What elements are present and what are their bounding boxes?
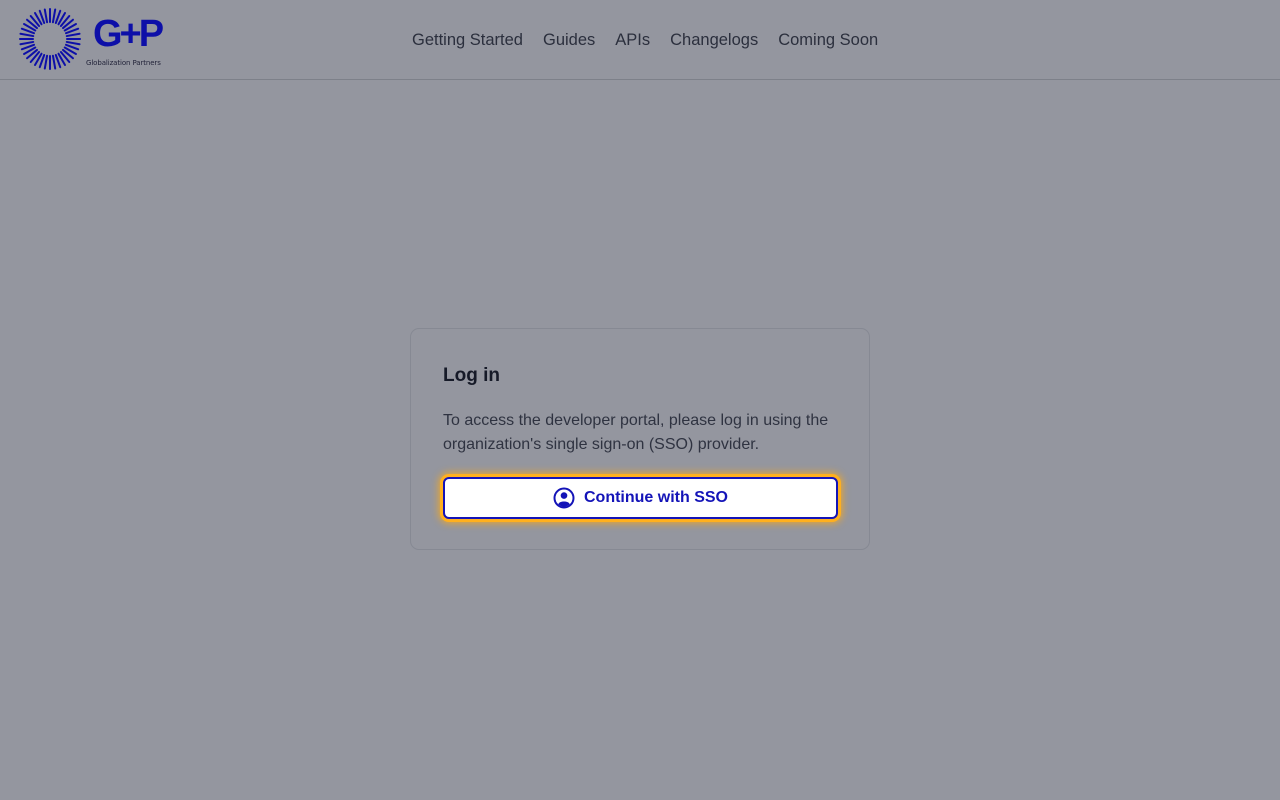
nav-changelogs[interactable]: Changelogs <box>660 28 768 52</box>
logo-letters: G+P <box>93 13 164 55</box>
login-title: Log in <box>443 365 500 386</box>
login-card: Log in To access the developer portal, p… <box>410 328 870 550</box>
main-nav: Getting Started Guides APIs Changelogs C… <box>402 28 888 52</box>
sunburst-logo-icon <box>19 8 81 70</box>
continue-with-sso-button[interactable]: Continue with SSO <box>443 477 838 519</box>
nav-getting-started[interactable]: Getting Started <box>402 28 533 52</box>
user-circle-icon <box>553 487 575 509</box>
gp-logo[interactable]: G+P Globalization Partners <box>19 8 169 72</box>
sso-button-label: Continue with SSO <box>584 489 728 506</box>
nav-apis[interactable]: APIs <box>605 28 660 52</box>
logo-subtitle: Globalization Partners <box>86 59 161 67</box>
nav-guides[interactable]: Guides <box>533 28 605 52</box>
nav-coming-soon[interactable]: Coming Soon <box>768 28 888 52</box>
login-description: To access the developer portal, please l… <box>443 412 829 453</box>
top-header: G+P Globalization Partners Getting Start… <box>0 0 1280 80</box>
